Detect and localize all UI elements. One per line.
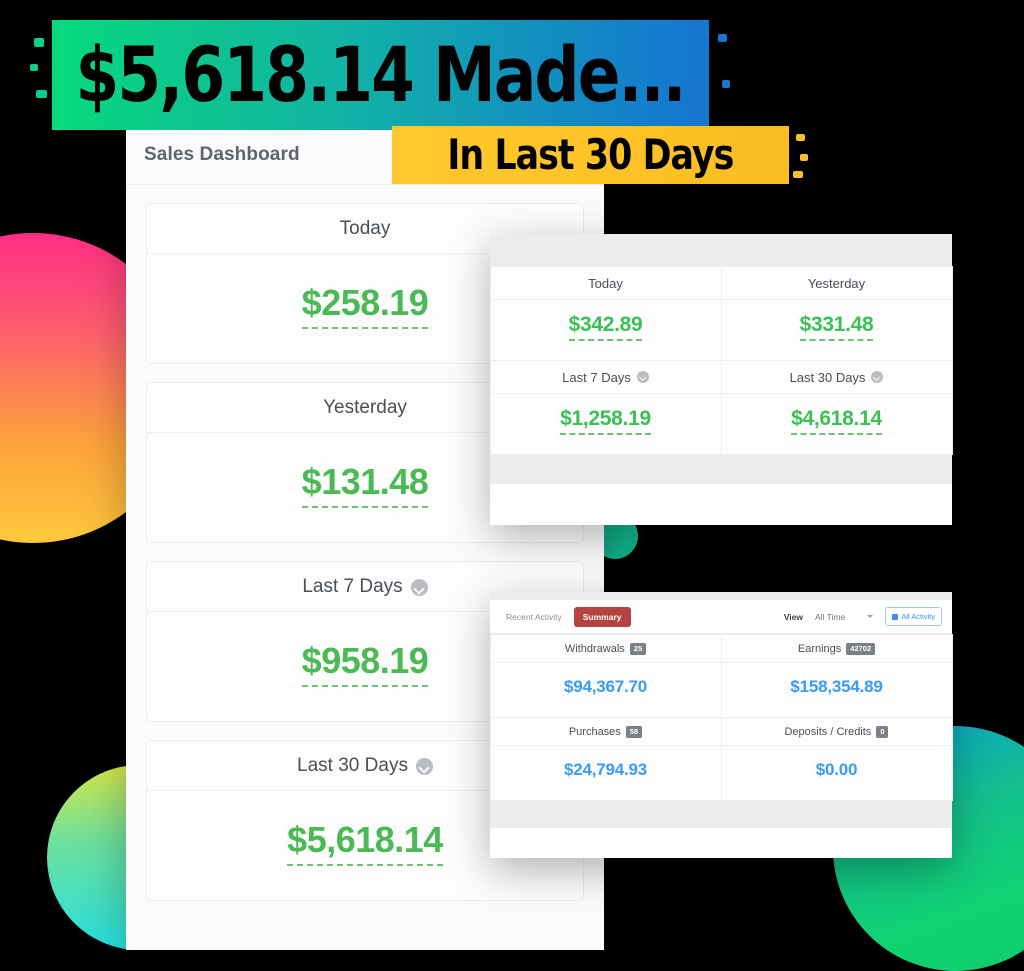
earnings-grid: Today $342.89 Yesterday $331.48 Last 7 D… [489,265,953,455]
activity-cell-value-wrap: $24,794.93 [491,746,721,800]
earnings-cell-last-7-days[interactable]: Last 7 Days $1,258.19 [489,359,722,455]
activity-cell-withdrawals[interactable]: Withdrawals 25 $94,367.70 [489,633,722,718]
activity-cell-value: $158,354.89 [790,676,883,696]
headline-sub-text: In Last 30 Days [447,130,735,179]
banner-torn-edge-left [47,20,61,130]
view-range-select[interactable]: All Time [811,610,877,624]
headline-banner-sub: In Last 30 Days [387,126,808,184]
info-icon[interactable] [415,757,433,775]
earnings-cell-label: Last 30 Days [789,369,866,385]
panel-bottom-strip [490,454,952,484]
activity-cell-label: Earnings [797,642,842,655]
list-icon [892,613,899,620]
panel-top-strip [490,592,952,600]
earnings-cell-value: $342.89 [568,313,643,341]
earnings-cell-value-wrap: $1,258.19 [491,394,721,454]
activity-cell-label: Deposits / Credits [784,725,872,738]
activity-cell-header: Deposits / Credits 0 [721,718,952,746]
activity-cell-value-wrap: $0.00 [722,746,952,800]
count-badge: 58 [625,725,643,738]
all-activity-button-label: All Activity [901,612,935,621]
info-icon[interactable] [410,578,428,596]
earnings-cell-value-wrap: $331.48 [722,300,952,360]
stat-label-text: Yesterday [323,397,407,418]
activity-cell-earnings[interactable]: Earnings 42702 $158,354.89 [720,633,953,718]
stat-value: $258.19 [301,282,429,329]
panel-top-strip [490,234,952,266]
count-badge: 42702 [846,642,876,655]
activity-cell-label: Withdrawals [564,642,625,655]
earnings-cell-value: $331.48 [799,313,874,341]
earnings-cell-today[interactable]: Today $342.89 [489,265,722,361]
banner-fleck [30,64,38,71]
activity-cell-value-wrap: $94,367.70 [491,663,721,717]
activity-cell-label: Purchases [568,725,621,738]
banner-fleck [796,134,805,141]
earnings-cell-value-wrap: $342.89 [491,300,721,360]
tab-recent-activity[interactable]: Recent Activity [500,608,568,626]
earnings-cell-value-wrap: $4,618.14 [722,394,952,454]
activity-cell-header: Purchases 58 [490,718,721,746]
earnings-cell-value: $1,258.19 [560,407,651,435]
activity-tabs: Recent Activity Summary [500,606,631,627]
activity-summary-panel: Recent Activity Summary View All Time Al… [489,592,953,858]
banner-fleck [34,38,44,47]
activity-toolbar-right: View All Time All Activity [784,607,942,626]
poster-stage: Sales Dashboard Today $258.19 Yesterday … [0,0,1024,971]
banner-fleck [793,171,803,178]
earnings-cell-header: Today [490,267,721,300]
banner-fleck [722,80,730,88]
earnings-cell-label: Last 7 Days [562,369,631,385]
earnings-overview-panel: Today $342.89 Yesterday $331.48 Last 7 D… [489,234,953,525]
stat-label-text: Last 30 Days [297,755,408,776]
info-icon[interactable] [871,371,884,383]
info-icon[interactable] [636,371,649,383]
earnings-cell-value: $4,618.14 [791,407,882,435]
activity-cell-header: Withdrawals 25 [490,635,721,663]
stat-value: $958.19 [301,640,429,687]
stat-label-text: Last 7 Days [302,576,403,597]
stat-label-text: Today [339,218,391,239]
activity-cell-value-wrap: $158,354.89 [722,663,952,717]
earnings-cell-last-30-days[interactable]: Last 30 Days $4,618.14 [720,359,953,455]
activity-cell-value: $0.00 [815,759,858,779]
activity-cell-value: $24,794.93 [563,759,648,779]
banner-fleck [718,34,727,42]
activity-cell-value: $94,367.70 [563,676,648,696]
banner-torn-edge-right [780,126,794,184]
earnings-cell-header: Last 30 Days [721,361,952,394]
banner-torn-edge-right [700,20,714,130]
headline-main-text: $5,618.14 Made... [75,30,687,119]
tab-summary[interactable]: Summary [573,606,631,627]
panel-bottom-strip [490,800,952,829]
chevron-down-icon [867,615,874,618]
banner-fleck [800,154,808,161]
view-label: View [783,611,803,622]
banner-fleck [36,90,47,98]
earnings-cell-label: Today [588,275,623,291]
activity-cell-header: Earnings 42702 [721,635,952,663]
all-activity-button[interactable]: All Activity [885,607,942,626]
earnings-cell-yesterday[interactable]: Yesterday $331.48 [720,265,953,361]
banner-torn-edge-left [387,126,401,184]
view-range-value: All Time [815,611,846,622]
count-badge: 0 [876,725,889,738]
count-badge: 25 [629,642,647,655]
stat-value: $131.48 [301,461,429,508]
earnings-cell-header: Yesterday [721,267,952,300]
activity-cell-deposits-credits[interactable]: Deposits / Credits 0 $0.00 [720,716,953,801]
activity-grid: Withdrawals 25 $94,367.70 Earnings 42702… [489,633,953,801]
page-title: Sales Dashboard [144,144,300,165]
activity-toolbar: Recent Activity Summary View All Time Al… [490,600,952,634]
earnings-cell-label: Yesterday [807,275,866,291]
activity-cell-purchases[interactable]: Purchases 58 $24,794.93 [489,716,722,801]
headline-banner-main: $5,618.14 Made... [30,20,730,130]
earnings-cell-header: Last 7 Days [490,361,721,394]
stat-value: $5,618.14 [287,819,443,866]
